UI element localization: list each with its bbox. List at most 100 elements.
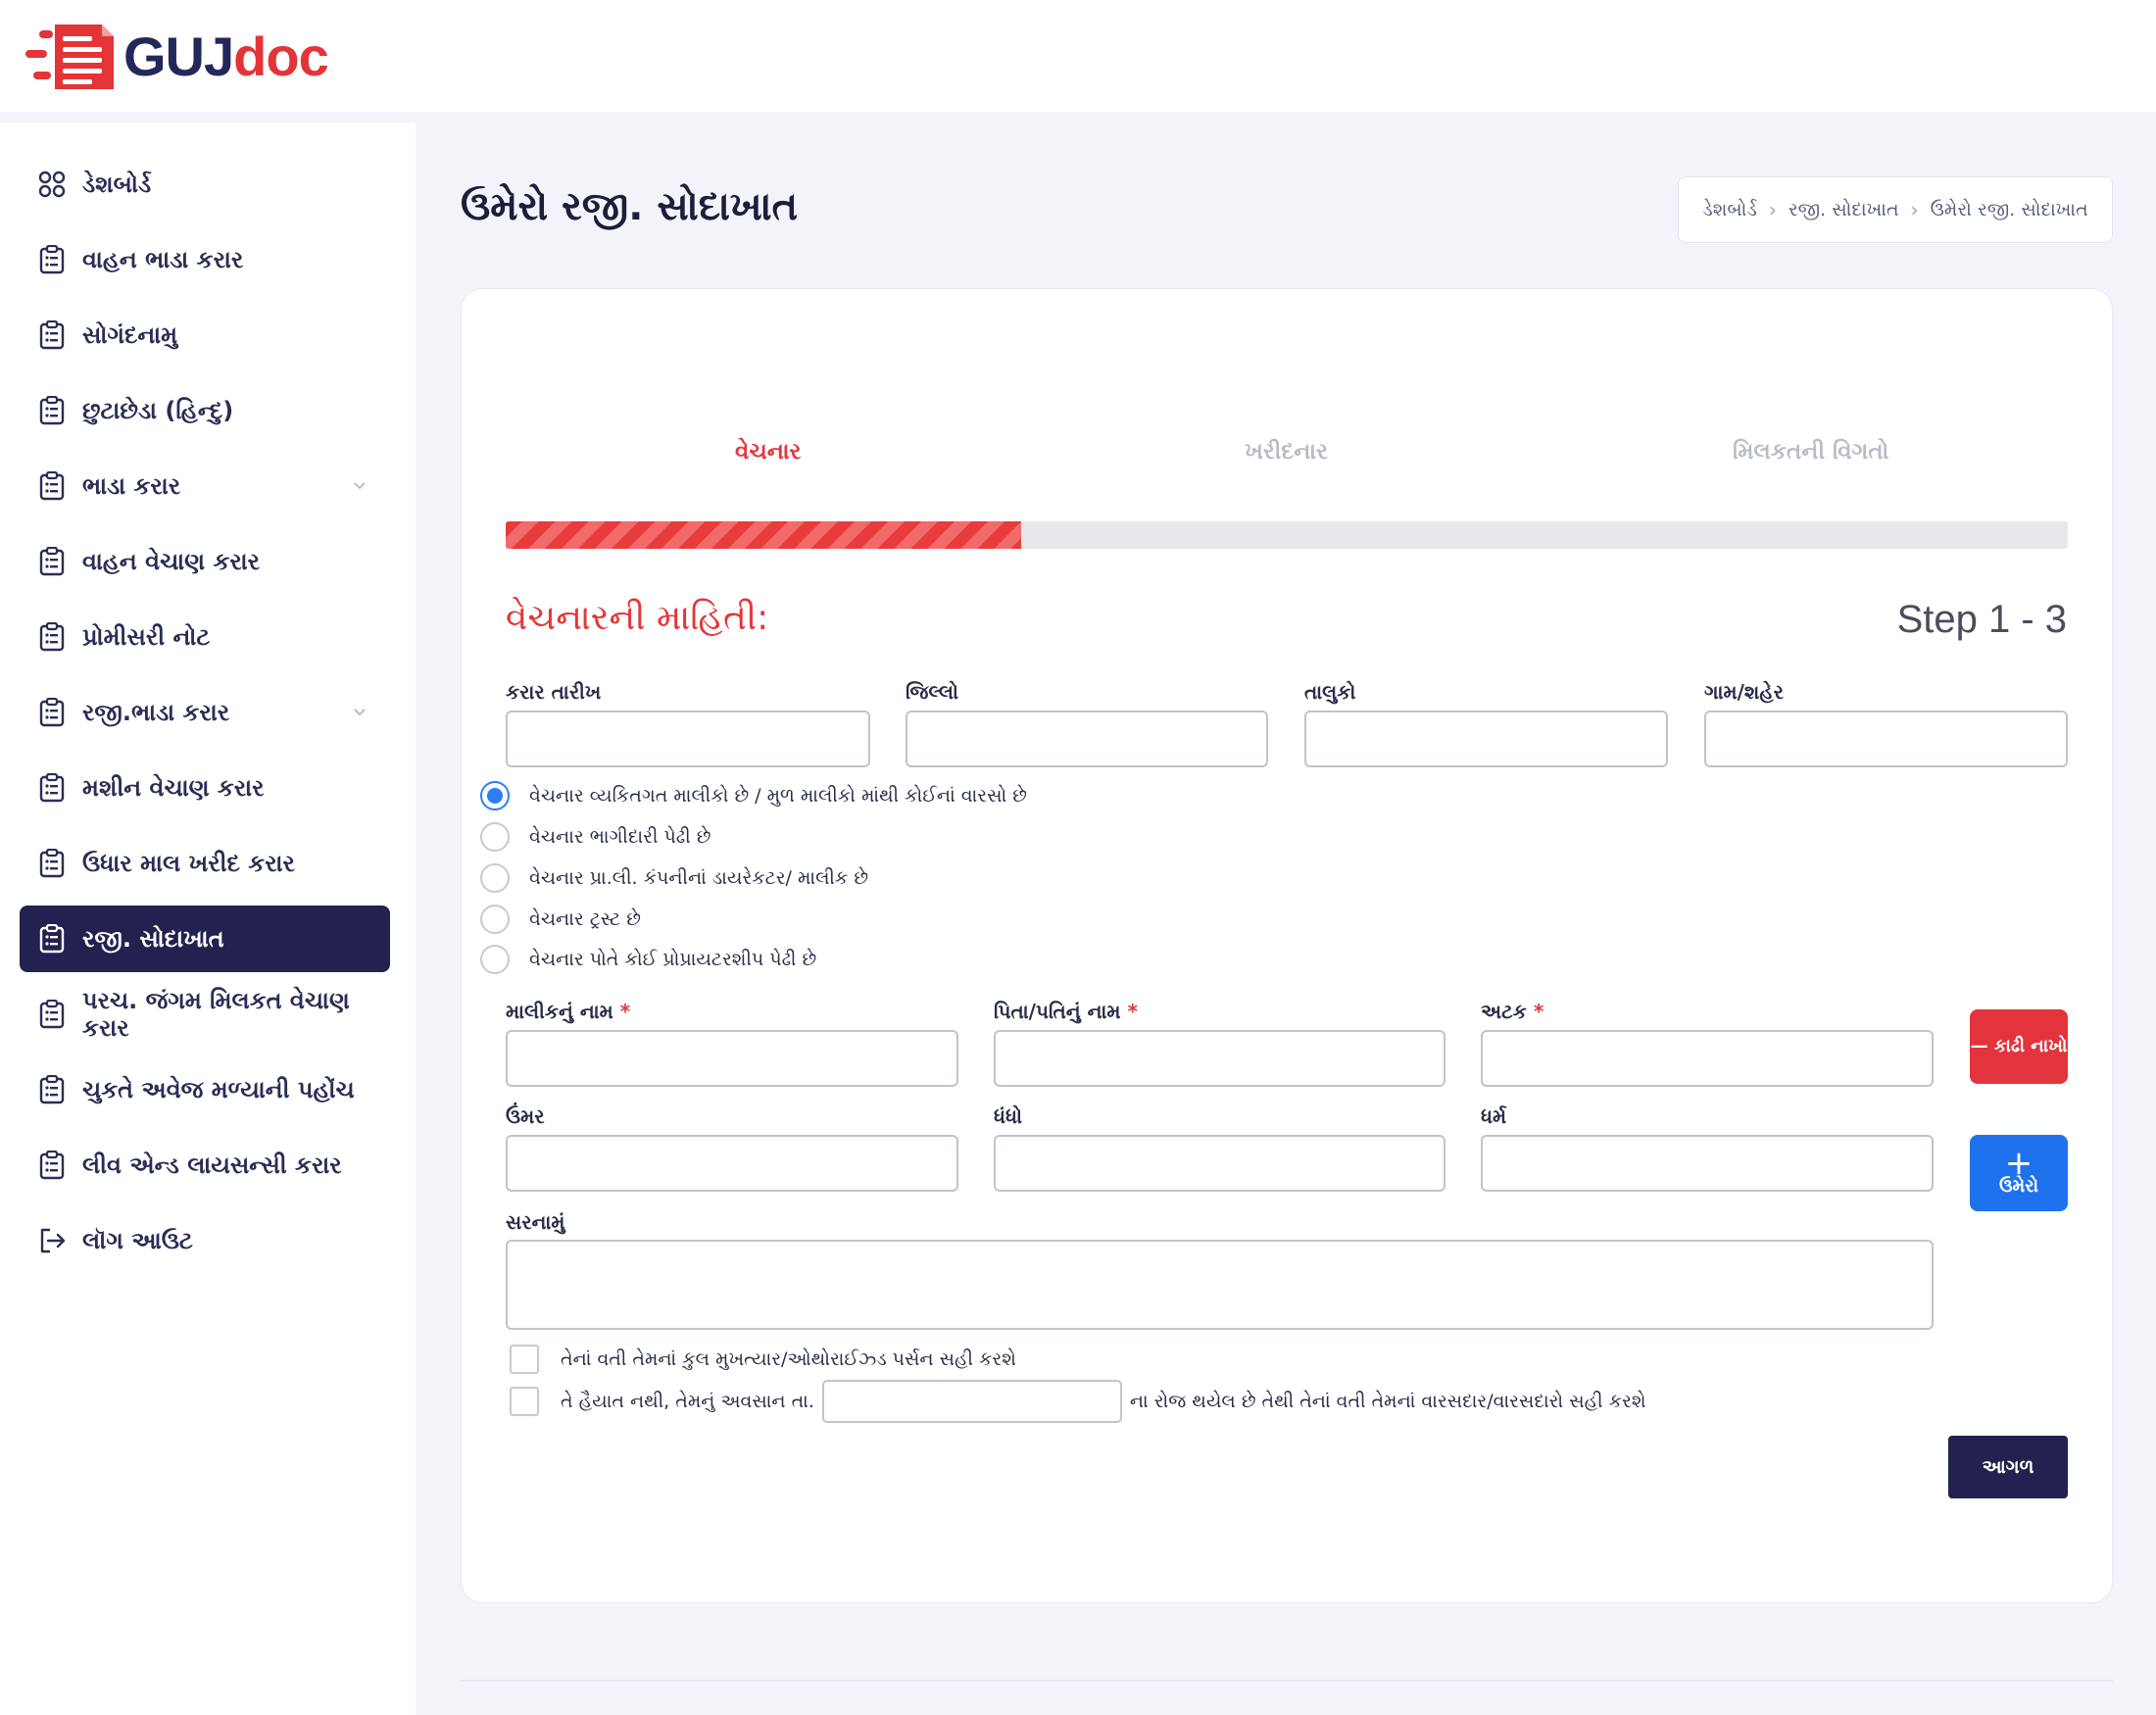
logo-mark-icon: [25, 24, 114, 89]
seller-type-company[interactable]: વેચનાર પ્રા.લી. કંપનીનાં ડાયરેકટર/ માલીક…: [480, 863, 868, 893]
sidebar-item-reg-sale-deed[interactable]: રજી. સોદાખાત: [20, 906, 390, 972]
tab-buyer[interactable]: ખરીદનાર: [1245, 439, 1328, 465]
owner-name-label: માલીકનું નામ *: [506, 1000, 630, 1023]
radio-button[interactable]: [480, 905, 510, 934]
address-textarea[interactable]: [506, 1240, 1934, 1330]
clipboard-icon: [37, 320, 67, 350]
sidebar-item-label: ભાડા કરાર: [82, 472, 181, 500]
owner-name-label-text: માલીકનું નામ: [506, 1000, 613, 1023]
sidebar-item-payment-receipt[interactable]: ચુકતે અવેજ મળ્યાની પહોંચ: [20, 1056, 390, 1123]
radio-label: વેચનાર ટ્રસ્ટ છે: [529, 908, 641, 930]
clipboard-icon: [37, 849, 67, 878]
breadcrumb-item-dashboard[interactable]: ડેશબોર્ડ: [1702, 199, 1757, 220]
deceased-checkbox[interactable]: [510, 1387, 539, 1416]
sidebar-item-affidavit[interactable]: સોગંદનામુ: [20, 302, 390, 368]
chevron-right-icon: ›: [1768, 198, 1777, 221]
radio-label: વેચનાર પ્રા.લી. કંપનીનાં ડાયરેકટર/ માલીક…: [529, 867, 869, 889]
breadcrumb-item-current: ઉમેરો રજી. સોદાખાત: [1930, 199, 2088, 220]
logo-text-guj: GUJ: [123, 25, 234, 87]
radio-button[interactable]: [480, 945, 510, 974]
required-mark: *: [1533, 1000, 1544, 1023]
seller-type-individual[interactable]: વેચનાર વ્યકિતગત માલીકો છે / મુળ માલીકો મ…: [480, 781, 1027, 810]
seller-type-proprietorship[interactable]: વેચનાર પોતે કોઈ પ્રોપ્રાયટરશીપ પેઢી છે: [480, 945, 816, 974]
village-input[interactable]: [1704, 710, 2068, 767]
agreement-date-input[interactable]: [506, 710, 870, 767]
occupation-input[interactable]: [994, 1135, 1446, 1192]
radio-button[interactable]: [480, 822, 510, 852]
taluka-label: તાલુકો: [1304, 680, 1356, 704]
step-count: Step 1 - 3: [1896, 598, 2067, 641]
sidebar-item-credit-purchase[interactable]: ઉધાર માલ ખરીદ કરાર: [20, 830, 390, 897]
address-label: સરનામું: [506, 1210, 565, 1234]
age-input[interactable]: [506, 1135, 958, 1192]
deceased-label-prefix: તે હૈયાત નથી, તેમનું અવસાન તા.: [561, 1391, 814, 1412]
sidebar: ડેશબોર્ડ વાહન ભાડા કરાર સોગંદનામુ છુટાછે…: [0, 122, 416, 1715]
add-owner-button-label: ઉમેરો: [1998, 1176, 2039, 1198]
surname-input[interactable]: [1481, 1030, 1934, 1087]
village-label: ગામ/શહેર: [1704, 680, 1784, 704]
wizard-progress-bar: [506, 521, 2068, 549]
clipboard-icon: [37, 1075, 67, 1104]
sidebar-item-label: લીવ એન્ડ લાયસન્સી કરાર: [82, 1152, 342, 1179]
chevron-down-icon: [354, 482, 366, 490]
surname-label-text: અટક: [1481, 1000, 1527, 1023]
sidebar-item-vehicle-rent[interactable]: વાહન ભાડા કરાર: [20, 226, 390, 293]
tab-seller[interactable]: વેચનાર: [735, 439, 801, 465]
sidebar-item-promissory-note[interactable]: પ્રોમીસરી નોટ: [20, 604, 390, 670]
radio-button-checked[interactable]: [480, 781, 510, 810]
remove-owner-button[interactable]: — કાઢી નાખો: [1970, 1009, 2068, 1084]
section-title: વેચનારની માહિતી:: [506, 598, 769, 638]
sidebar-item-dashboard[interactable]: ડેશબોર્ડ: [20, 151, 390, 218]
sidebar-item-label: ડેશબોર્ડ: [82, 171, 152, 198]
sidebar-item-vehicle-sale[interactable]: વાહન વેચાણ કરાર: [20, 528, 390, 595]
clipboard-icon: [37, 1151, 67, 1180]
logo-text-doc: doc: [233, 25, 329, 87]
sidebar-item-machine-sale[interactable]: મશીન વેચાણ કરાર: [20, 755, 390, 821]
next-button[interactable]: આગળ: [1948, 1436, 2068, 1498]
religion-input[interactable]: [1481, 1135, 1934, 1192]
clipboard-icon: [37, 396, 67, 425]
clipboard-icon: [37, 698, 67, 727]
district-input[interactable]: [906, 710, 1268, 767]
sidebar-item-rent-agreement[interactable]: ભાડા કરાર: [20, 453, 390, 519]
seller-type-trust[interactable]: વેચનાર ટ્રસ્ટ છે: [480, 905, 641, 934]
sidebar-item-reg-rent[interactable]: રજી.ભાડા કરાર: [20, 679, 390, 746]
plus-icon: +: [2004, 1144, 2034, 1184]
taluka-input[interactable]: [1304, 710, 1668, 767]
tab-property-details[interactable]: મિલકતની વિગતો: [1733, 439, 1888, 465]
father-name-label: પિતા/પતિનું નામ *: [994, 1000, 1138, 1023]
top-header: GUJdoc: [0, 0, 2156, 112]
logo-text: GUJdoc: [123, 29, 329, 84]
deceased-checkbox-row[interactable]: તે હૈયાત નથી, તેમનું અવસાન તા. ના રોજ થય…: [510, 1380, 1645, 1423]
sidebar-item-divorce[interactable]: છુટાછેડા (હિન્દુ): [20, 377, 390, 444]
logo[interactable]: GUJdoc: [22, 18, 329, 96]
seller-type-partnership[interactable]: વેચનાર ભાગીદારી પેઢી છે: [480, 822, 710, 852]
sidebar-item-movable-property[interactable]: પરચ. જંગમ મિલકત વેચાણ કરાર: [20, 981, 390, 1048]
radio-button[interactable]: [480, 863, 510, 893]
poa-sign-checkbox-label: તેનાં વતી તેમનાં કુલ મુખત્યાર/ઓથોરાઈઝ્ડ …: [561, 1348, 1016, 1370]
breadcrumb-item-sale-deed[interactable]: રજી. સોદાખાત: [1788, 199, 1899, 220]
footer-divider: [461, 1680, 2113, 1682]
sidebar-item-logout[interactable]: લૉગ આઉટ: [20, 1207, 390, 1274]
father-name-input[interactable]: [994, 1030, 1446, 1087]
sidebar-item-label: રજી. સોદાખાત: [82, 925, 224, 953]
breadcrumb: ડેશબોર્ડ › રજી. સોદાખાત › ઉમેરો રજી. સોદ…: [1678, 176, 2113, 243]
deceased-label-suffix: ના રોજ થયેલ છે તેથી તેનાં વતી તેમનાં વાર…: [1129, 1391, 1646, 1412]
chevron-down-icon: [354, 709, 366, 716]
required-mark: *: [619, 1000, 631, 1023]
clipboard-icon: [37, 622, 67, 652]
chevron-right-icon: ›: [1910, 198, 1919, 221]
clipboard-icon: [37, 1000, 67, 1029]
sidebar-item-label: વાહન વેચાણ કરાર: [82, 548, 261, 575]
clipboard-icon: [37, 924, 67, 954]
district-label: જિલ્લો: [906, 680, 958, 704]
sidebar-item-leave-license[interactable]: લીવ એન્ડ લાયસન્સી કરાર: [20, 1132, 390, 1199]
death-date-input[interactable]: [821, 1380, 1122, 1423]
owner-name-input[interactable]: [506, 1030, 958, 1087]
age-label: ઉંમર: [506, 1104, 545, 1128]
add-owner-button[interactable]: + ઉમેરો: [1970, 1135, 2068, 1211]
sidebar-item-label: પરચ. જંગમ મિલકત વેચાણ કરાર: [82, 987, 350, 1042]
sidebar-item-label: છુટાછેડા (હિન્દુ): [82, 397, 234, 424]
poa-sign-checkbox-row[interactable]: તેનાં વતી તેમનાં કુલ મુખત્યાર/ઓથોરાઈઝ્ડ …: [510, 1345, 1016, 1374]
poa-sign-checkbox[interactable]: [510, 1345, 539, 1374]
